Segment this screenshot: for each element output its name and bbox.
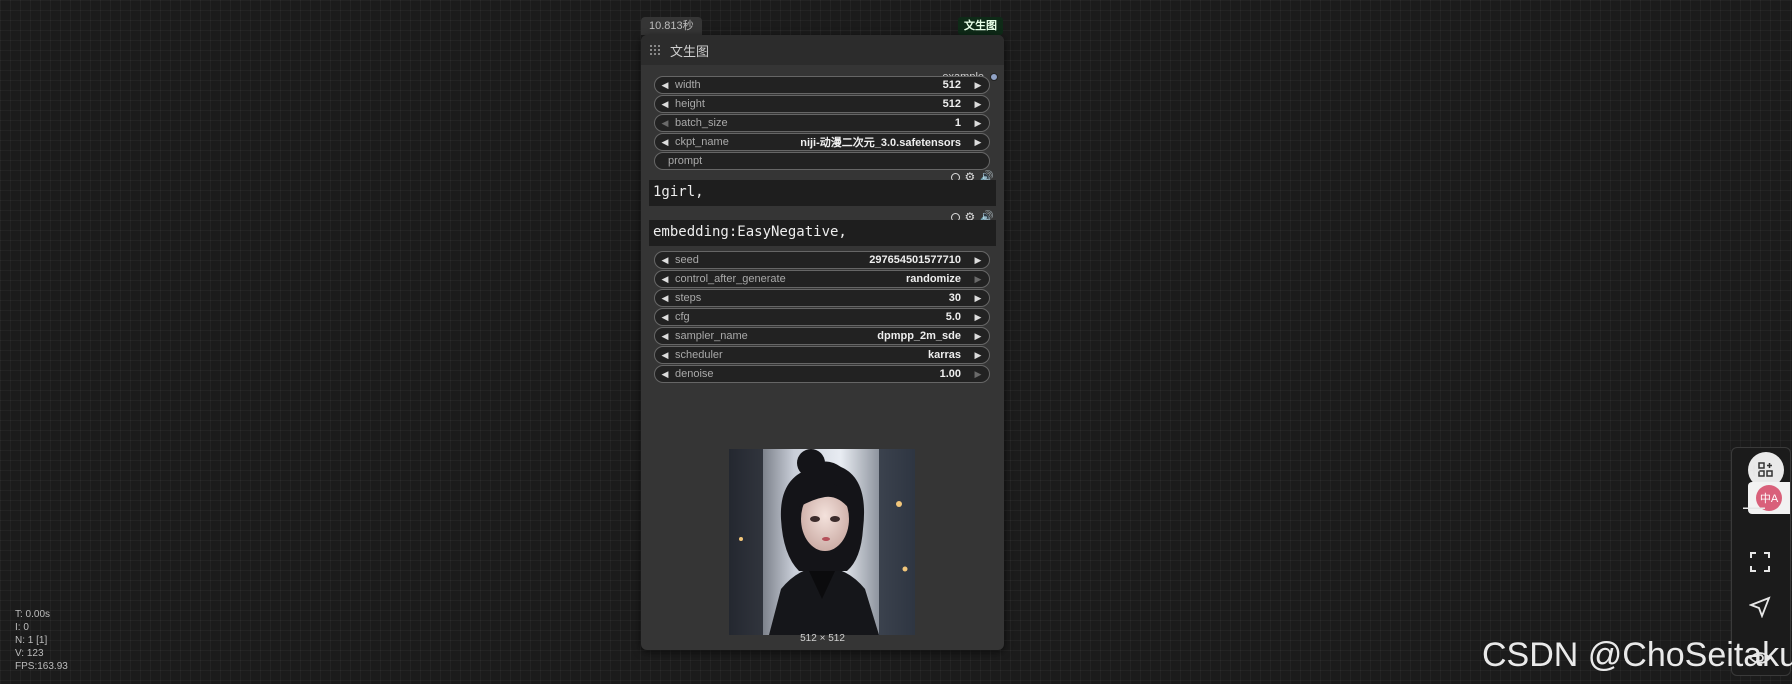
widget-label: steps bbox=[675, 292, 702, 304]
image-size-caption: 512 × 512 bbox=[800, 633, 845, 644]
decrement-arrow-icon[interactable]: ◀ bbox=[658, 369, 672, 380]
increment-arrow-icon[interactable]: ▶ bbox=[971, 350, 985, 361]
widget-width[interactable]: ◀ width 512 ▶ bbox=[654, 76, 990, 94]
generated-image-preview[interactable] bbox=[729, 449, 915, 635]
execution-time-badge: 10.813秒 bbox=[641, 17, 702, 35]
stat-time: T: 0.00s bbox=[15, 609, 51, 620]
widget-control-after-generate[interactable]: ◀ control_after_generate randomize ▶ bbox=[654, 270, 990, 288]
widget-label: ckpt_name bbox=[675, 136, 729, 148]
decrement-arrow-icon[interactable]: ◀ bbox=[658, 118, 672, 129]
negative-prompt-textarea[interactable]: embedding:EasyNegative, bbox=[649, 220, 996, 246]
output-dot-icon[interactable] bbox=[990, 73, 998, 81]
widget-value[interactable]: 1.00 bbox=[940, 368, 971, 380]
stat-fps: FPS:163.93 bbox=[15, 661, 68, 672]
widget-label: scheduler bbox=[675, 349, 723, 361]
stat-v: V: 123 bbox=[15, 648, 44, 659]
widget-value[interactable]: randomize bbox=[906, 273, 971, 285]
widget-label: denoise bbox=[675, 368, 714, 380]
increment-arrow-icon[interactable]: ▶ bbox=[971, 369, 985, 380]
widget-value[interactable]: 1 bbox=[955, 117, 971, 129]
widget-label: seed bbox=[675, 254, 699, 266]
increment-arrow-icon[interactable]: ▶ bbox=[971, 331, 985, 342]
send-icon[interactable] bbox=[1746, 593, 1774, 621]
increment-arrow-icon[interactable]: ▶ bbox=[971, 312, 985, 323]
increment-arrow-icon[interactable]: ▶ bbox=[971, 274, 985, 285]
csdn-watermark: CSDN @ChoSeitaku bbox=[1482, 636, 1792, 674]
increment-arrow-icon[interactable]: ▶ bbox=[971, 99, 985, 110]
widget-value[interactable]: 512 bbox=[943, 98, 971, 110]
widget-cfg[interactable]: ◀ cfg 5.0 ▶ bbox=[654, 308, 990, 326]
decrement-arrow-icon[interactable]: ◀ bbox=[658, 99, 672, 110]
decrement-arrow-icon[interactable]: ◀ bbox=[658, 255, 672, 266]
widget-label: prompt bbox=[668, 155, 703, 167]
widget-batch-size[interactable]: ◀ batch_size 1 ▶ bbox=[654, 114, 990, 132]
widget-prompt-input-slot[interactable]: prompt bbox=[654, 152, 990, 170]
anime-girl-image bbox=[729, 449, 915, 635]
widget-label: sampler_name bbox=[675, 330, 748, 342]
widget-value[interactable]: 297654501577710 bbox=[869, 254, 971, 266]
decrement-arrow-icon[interactable]: ◀ bbox=[658, 293, 672, 304]
zoom-out-icon[interactable]: — bbox=[1743, 494, 1765, 519]
widget-label: control_after_generate bbox=[675, 273, 786, 285]
node-header[interactable]: 文生图 bbox=[641, 35, 1004, 65]
widget-seed[interactable]: ◀ seed 297654501577710 ▶ bbox=[654, 251, 990, 269]
widget-value[interactable]: 30 bbox=[949, 292, 971, 304]
positive-prompt-textarea[interactable]: 1girl, bbox=[649, 180, 996, 206]
decrement-arrow-icon[interactable]: ◀ bbox=[658, 137, 672, 148]
widget-denoise[interactable]: ◀ denoise 1.00 ▶ bbox=[654, 365, 990, 383]
widget-label: height bbox=[675, 98, 705, 110]
node-group-tag: 文生图 bbox=[958, 17, 1003, 35]
text-to-image-node[interactable]: 文生图 example ◀ width 512 ▶ ◀ height 512 ▶… bbox=[641, 35, 1004, 650]
increment-arrow-icon[interactable]: ▶ bbox=[971, 293, 985, 304]
widget-label: width bbox=[675, 79, 701, 91]
widget-ckpt-name[interactable]: ◀ ckpt_name niji-动漫二次元_3.0.safetensors ▶ bbox=[654, 133, 990, 151]
decrement-arrow-icon[interactable]: ◀ bbox=[658, 312, 672, 323]
drag-handle-icon[interactable] bbox=[650, 45, 660, 55]
widget-value[interactable]: karras bbox=[928, 349, 971, 361]
widget-value[interactable]: niji-动漫二次元_3.0.safetensors bbox=[800, 134, 971, 150]
increment-arrow-icon[interactable]: ▶ bbox=[971, 80, 985, 91]
widget-value[interactable]: 5.0 bbox=[946, 311, 971, 323]
widget-steps[interactable]: ◀ steps 30 ▶ bbox=[654, 289, 990, 307]
decrement-arrow-icon[interactable]: ◀ bbox=[658, 350, 672, 361]
decrement-arrow-icon[interactable]: ◀ bbox=[658, 80, 672, 91]
decrement-arrow-icon[interactable]: ◀ bbox=[658, 331, 672, 342]
widget-label: cfg bbox=[675, 311, 690, 323]
widget-label: batch_size bbox=[675, 117, 728, 129]
increment-arrow-icon[interactable]: ▶ bbox=[971, 118, 985, 129]
canvas-stats: T: 0.00s I: 0 N: 1 [1] V: 123 FPS:163.93 bbox=[15, 608, 68, 673]
increment-arrow-icon[interactable]: ▶ bbox=[971, 255, 985, 266]
widget-scheduler[interactable]: ◀ scheduler karras ▶ bbox=[654, 346, 990, 364]
widget-value[interactable]: 512 bbox=[943, 79, 971, 91]
fit-view-icon[interactable] bbox=[1746, 548, 1774, 576]
decrement-arrow-icon[interactable]: ◀ bbox=[658, 274, 672, 285]
stat-n: N: 1 [1] bbox=[15, 635, 48, 646]
stat-i: I: 0 bbox=[15, 622, 29, 633]
widget-sampler-name[interactable]: ◀ sampler_name dpmpp_2m_sde ▶ bbox=[654, 327, 990, 345]
widget-value[interactable]: dpmpp_2m_sde bbox=[877, 330, 971, 342]
increment-arrow-icon[interactable]: ▶ bbox=[971, 137, 985, 148]
widget-height[interactable]: ◀ height 512 ▶ bbox=[654, 95, 990, 113]
zoom-in-icon[interactable]: + bbox=[1744, 458, 1764, 483]
node-title: 文生图 bbox=[670, 43, 710, 59]
